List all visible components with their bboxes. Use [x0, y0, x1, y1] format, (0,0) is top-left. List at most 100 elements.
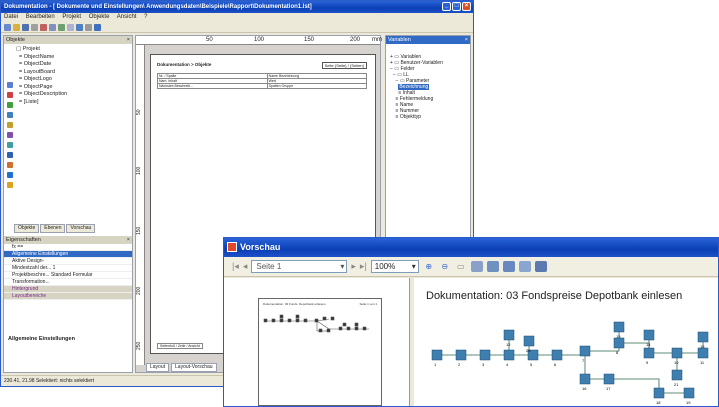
- objects-pane-header: Objekte ×: [4, 36, 132, 44]
- desktop: Dokumentation - [ Dokumente und Einstell…: [0, 0, 719, 407]
- cut-icon[interactable]: [40, 23, 47, 31]
- tab-layout-preview[interactable]: Layout-Vorschau: [171, 363, 217, 372]
- fit-page-icon[interactable]: ▭: [455, 261, 467, 272]
- close-icon[interactable]: ×: [127, 36, 130, 44]
- flow-node: 6: [551, 349, 563, 367]
- flow-node-label: 5: [530, 362, 533, 367]
- flow-node-label: 17: [606, 386, 611, 391]
- rtf-tool-icon[interactable]: [7, 172, 13, 178]
- flow-node: 11: [697, 347, 709, 365]
- save-icon[interactable]: [22, 23, 29, 31]
- ruler-label: 200: [136, 286, 142, 295]
- tree-item[interactable]: = ObjectDescription: [16, 91, 132, 99]
- tab-vorschau[interactable]: Vorschau: [66, 224, 96, 233]
- barcode-tool-icon[interactable]: [7, 132, 13, 138]
- menu-help[interactable]: ?: [144, 14, 147, 20]
- property-row[interactable]: Mindestzahl der... 1: [4, 265, 132, 272]
- flow-node-label: 7: [582, 358, 585, 363]
- menubar: Datei Bearbeiten Projekt Objekte Ansicht…: [1, 13, 473, 22]
- property-category[interactable]: Layoutbereiche: [4, 293, 132, 300]
- grid-icon[interactable]: [85, 23, 92, 31]
- ruler-horizontal: 50 100 150 200 mm: [136, 36, 382, 45]
- image-tool-icon[interactable]: [7, 122, 13, 128]
- close-icon[interactable]: ×: [465, 36, 468, 44]
- paste-icon[interactable]: [58, 23, 65, 31]
- page-thumbnail[interactable]: Dokumentation: 03 Fonds. Depotbank einle…: [258, 298, 382, 406]
- tree-item[interactable]: = ObjectDate: [16, 61, 132, 69]
- save-icon[interactable]: [518, 261, 531, 272]
- zoom-icon[interactable]: [76, 23, 83, 31]
- print-icon[interactable]: [31, 23, 38, 31]
- ruler-unit: mm: [372, 37, 382, 43]
- preview-titlebar[interactable]: Vorschau: [224, 238, 718, 257]
- tree-item[interactable]: ≡ Objekttyp: [390, 114, 470, 120]
- page-header-text[interactable]: Dokumentation > Objekte: [157, 62, 211, 67]
- layout-tabs: Layout Layout-Vorschau: [146, 363, 217, 372]
- property-category[interactable]: Hintergrund: [4, 286, 132, 293]
- next-page-icon[interactable]: ▸: [351, 261, 356, 272]
- tree-item[interactable]: ▢ Projekt: [16, 46, 132, 54]
- flow-node-label: 10: [674, 360, 679, 365]
- undo-icon[interactable]: [67, 23, 74, 31]
- variables-title: Variablen: [388, 37, 411, 43]
- page-select[interactable]: Seite 1: [251, 260, 348, 273]
- close-icon[interactable]: ×: [127, 236, 130, 244]
- menu-objekte[interactable]: Objekte: [89, 14, 110, 20]
- flow-node: 3: [479, 349, 491, 367]
- tree-item[interactable]: = LayoutBoard: [16, 69, 132, 77]
- tree-item[interactable]: = ObjectName: [16, 54, 132, 62]
- flow-node: 8: [613, 337, 625, 355]
- property-row[interactable]: Projektbeschre... Standard Formular: [4, 272, 132, 279]
- tree-item[interactable]: = ObjectPage: [16, 84, 132, 92]
- chart-tool-icon[interactable]: [7, 152, 13, 158]
- property-row[interactable]: Aktive Design-: [4, 258, 132, 265]
- property-row[interactable]: Transformation...: [4, 279, 132, 286]
- flow-node-label: 1: [434, 362, 437, 367]
- crosstab-tool-icon[interactable]: [7, 182, 13, 188]
- first-page-icon[interactable]: |◂: [232, 261, 239, 272]
- menu-bearbeiten[interactable]: Bearbeiten: [26, 14, 55, 20]
- page-number-box[interactable]: Seite {Seite} / {Seiten}: [321, 62, 367, 69]
- copy-icon[interactable]: [49, 23, 56, 31]
- send-icon[interactable]: [502, 261, 515, 272]
- close-button[interactable]: ×: [462, 2, 471, 11]
- tab-objekte[interactable]: Objekte: [14, 224, 40, 233]
- zoom-out-icon[interactable]: ⊖: [439, 261, 451, 272]
- flow-node-label: 18: [656, 400, 661, 405]
- flow-node-label: 2: [458, 362, 461, 367]
- designer-titlebar[interactable]: Dokumentation - [ Dokumente und Einstell…: [1, 1, 473, 13]
- tab-layout[interactable]: Layout: [146, 363, 170, 372]
- new-icon[interactable]: [4, 23, 11, 31]
- open-icon[interactable]: [13, 23, 20, 31]
- objects-pane-title: Objekte: [6, 37, 25, 43]
- zoom-in-icon[interactable]: ⊕: [423, 261, 435, 272]
- text-tool-icon[interactable]: [7, 92, 13, 98]
- menu-projekt[interactable]: Projekt: [62, 14, 81, 20]
- tab-ebenen[interactable]: Ebenen: [40, 224, 66, 233]
- preview-page[interactable]: Dokumentation: 03 Fondspreise Depotbank …: [414, 278, 718, 406]
- property-row[interactable]: Allgemeine Einstellungen: [4, 251, 132, 258]
- export-icon[interactable]: [486, 261, 499, 272]
- table-tool-icon[interactable]: [7, 142, 13, 148]
- menu-datei[interactable]: Datei: [4, 14, 18, 20]
- minimize-button[interactable]: _: [442, 2, 451, 11]
- variables-tree: + ▭ Variablen + ▭ Benutzer-Variablen − ▭…: [386, 44, 470, 120]
- prev-page-icon[interactable]: ◂: [243, 261, 248, 272]
- preview-icon[interactable]: [94, 23, 101, 31]
- page-footer[interactable]: Seitenfuß / Zeile / Ansicht: [157, 343, 203, 349]
- report-table[interactable]: Nr. / Spalte Name Bezeichnung Nam. Inhalt…: [157, 73, 368, 89]
- maximize-button[interactable]: □: [452, 2, 461, 11]
- tree-item[interactable]: = ObjectLogo: [16, 76, 132, 84]
- menu-ansicht[interactable]: Ansicht: [117, 14, 137, 20]
- line-tool-icon[interactable]: [7, 102, 13, 108]
- form-tool-icon[interactable]: [7, 162, 13, 168]
- zoom-select[interactable]: 100%: [370, 260, 419, 273]
- tree-item[interactable]: = [Liste]: [16, 99, 132, 107]
- last-page-icon[interactable]: ▸|: [360, 261, 367, 272]
- select-tool-icon[interactable]: [7, 82, 13, 88]
- settings-icon[interactable]: [534, 261, 547, 272]
- print-icon[interactable]: [470, 261, 483, 272]
- rect-tool-icon[interactable]: [7, 112, 13, 118]
- property-row[interactable]: fx ==: [4, 244, 132, 251]
- thumbnail-pane: Dokumentation: 03 Fonds. Depotbank einle…: [224, 278, 410, 406]
